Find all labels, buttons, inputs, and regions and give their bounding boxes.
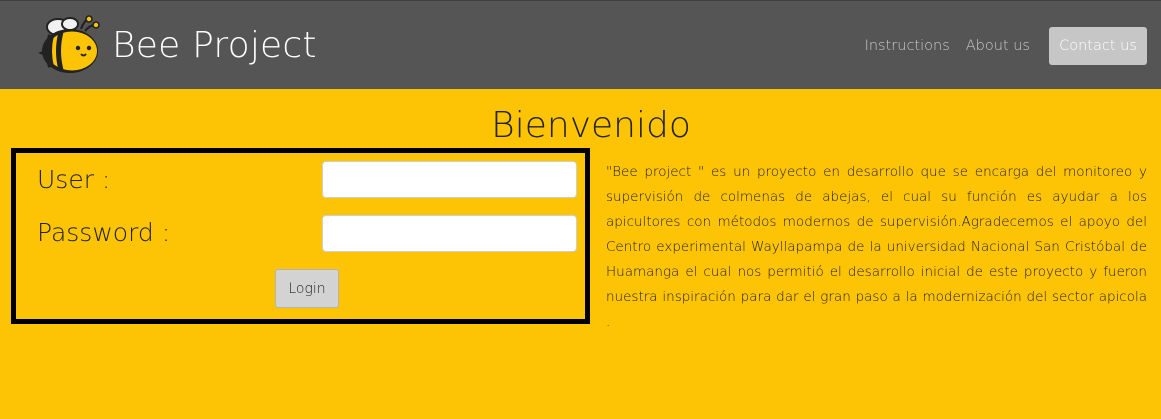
page-title: Bienvenido [491,105,691,146]
user-input[interactable] [322,161,577,198]
password-label: Password : [37,218,171,247]
nav-link-instructions[interactable]: Instructions [865,38,950,54]
brand-title: Bee Project [112,25,317,66]
user-label: User : [37,165,111,194]
bee-icon [38,15,100,73]
contact-us-button[interactable]: Contact us [1049,27,1147,65]
nav-link-about-us[interactable]: About us [966,38,1030,54]
project-description: "Bee project " es un proyecto en desarro… [606,164,1147,330]
password-input[interactable] [322,215,577,252]
nav-links: Instructions About us Contact us [865,27,1147,65]
top-navbar: Bee Project Instructions About us Contac… [0,0,1161,89]
brand[interactable]: Bee Project [36,15,317,77]
login-button[interactable]: Login [275,269,339,308]
login-form: User : Password : Login [11,148,590,324]
